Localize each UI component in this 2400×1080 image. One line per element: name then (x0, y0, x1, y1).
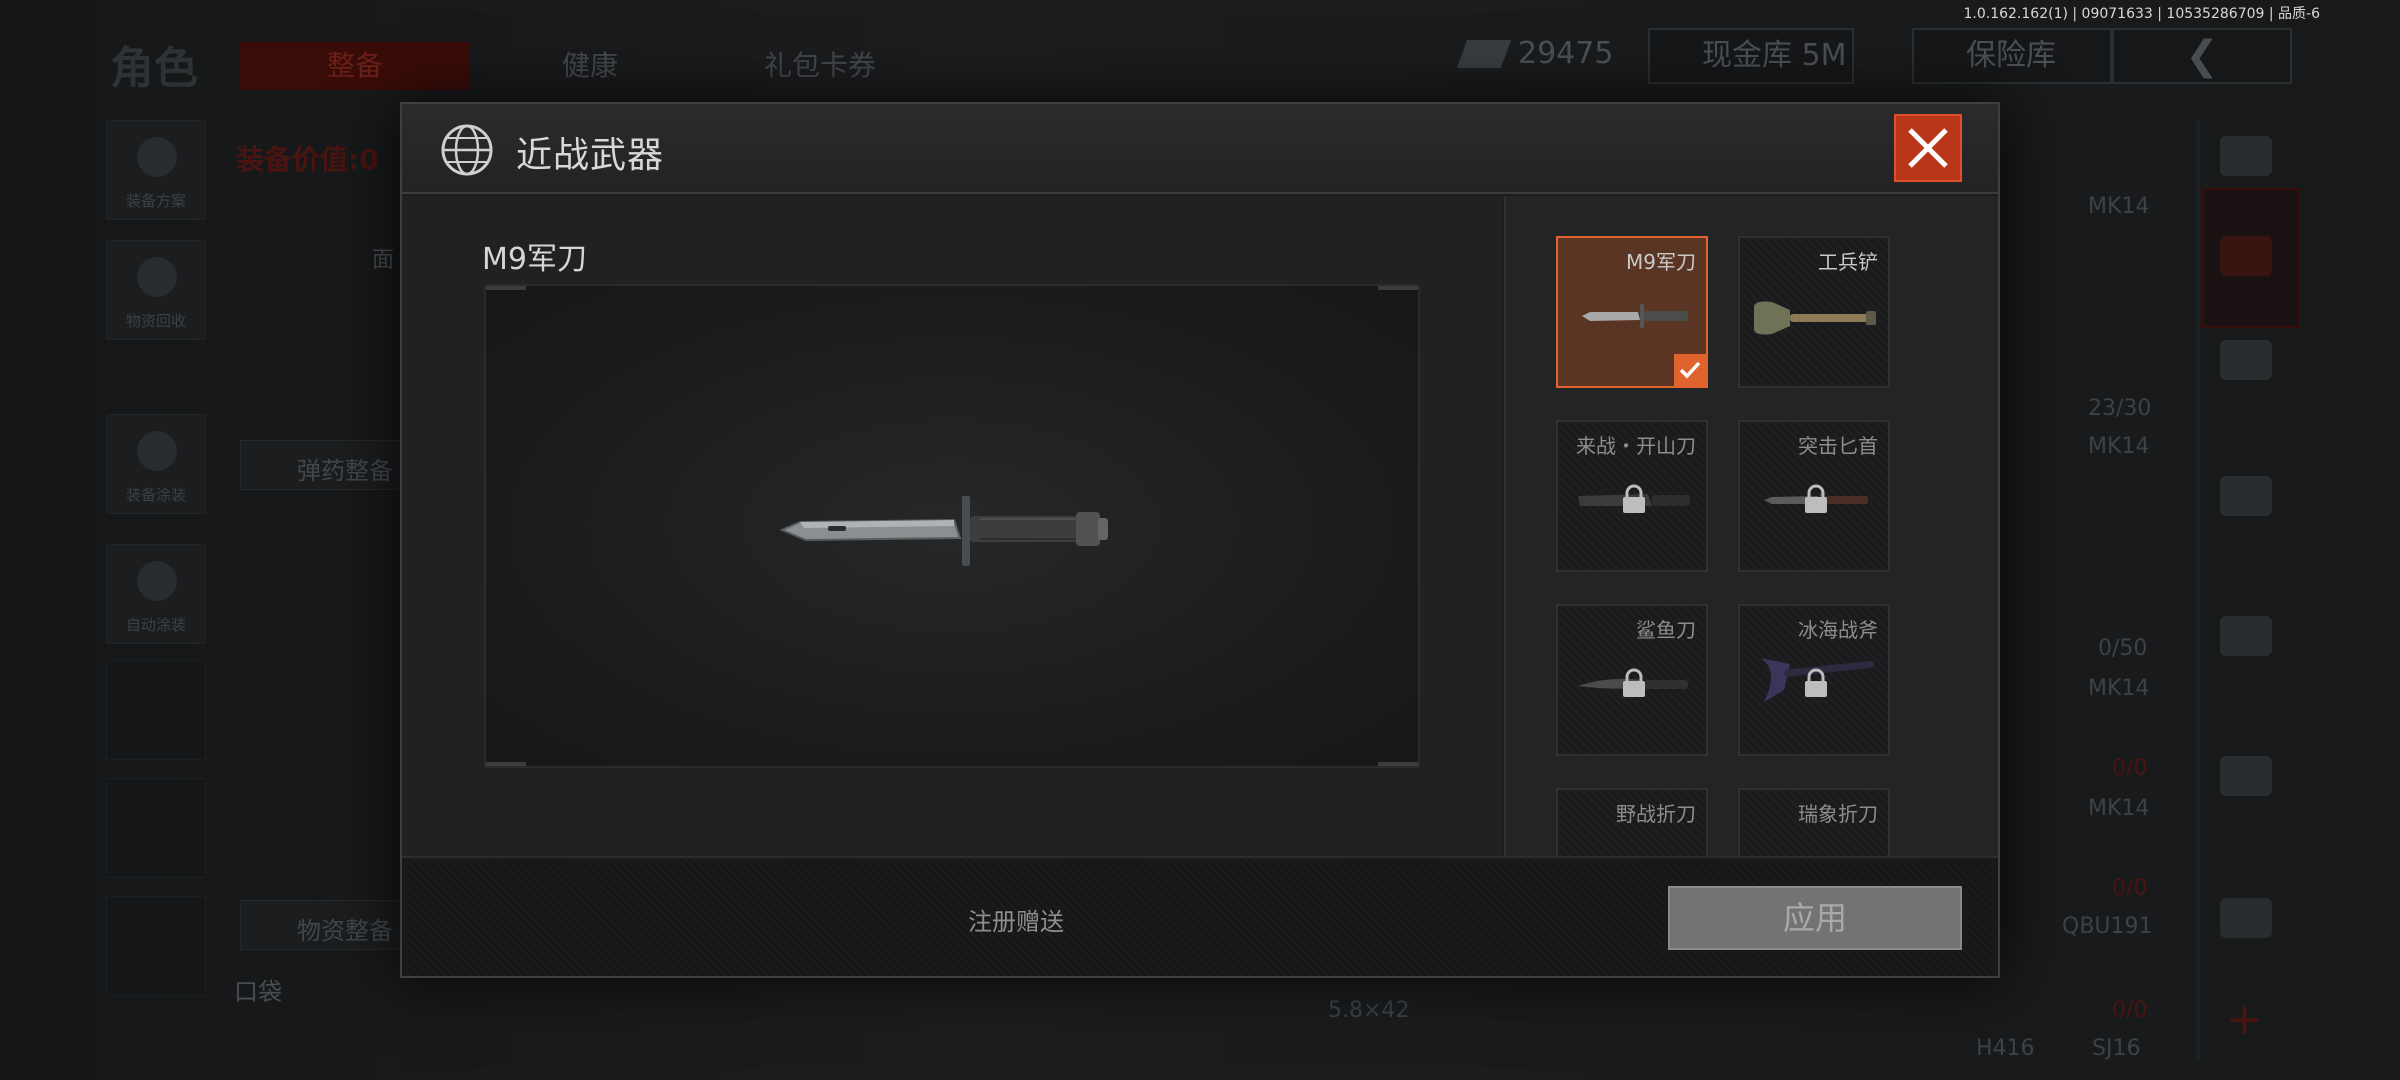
lock-icon (1623, 668, 1645, 697)
weapon-card-machete[interactable]: 来战・开山刀 (1556, 420, 1708, 572)
weapon-list-item: MK14 (2088, 194, 2150, 219)
loadout-plan-label: 装备方案 (125, 192, 186, 210)
version-info: 1.0.162.162(1) | 09071633 | 10535286709 … (1963, 6, 2321, 22)
weapon-card-label: 瑞象折刀 (1798, 802, 1878, 826)
lock-icon (1805, 668, 1827, 697)
paint-helmet-icon (137, 431, 177, 471)
hat-icon[interactable] (2220, 236, 2272, 276)
back-arrow-icon: ❮ (2185, 33, 2219, 79)
grenade-icon[interactable] (2220, 340, 2272, 380)
equipment-paint-button[interactable]: 装备涂装 (106, 414, 206, 514)
auto-paint-label: 自动涂装 (125, 616, 186, 634)
weapon-grid: M9军刀 工兵铲 来战・开山刀 突击匕首 鲨鱼刀 冰海战斧 野战折刀 瑞象折刀 (1504, 196, 1998, 856)
recycle-icon (137, 257, 177, 297)
frame-corner (1378, 286, 1418, 290)
weapon-card-field-folding-knife[interactable]: 野战折刀 (1556, 788, 1708, 856)
cash-vault-button[interactable]: 现金库 5M (1648, 28, 1854, 84)
equipment-value: 装备价值:0 (236, 143, 379, 176)
wrench-icon[interactable] (2220, 616, 2272, 656)
weapon-3d-preview[interactable] (484, 284, 1420, 768)
weapon-card-m9-bayonet[interactable]: M9军刀 (1556, 236, 1708, 388)
slot-label: 面 (372, 248, 395, 273)
weapon-card-label: M9军刀 (1626, 250, 1696, 274)
tab-health[interactable]: 健康 (500, 42, 680, 90)
supply-recycle-button[interactable]: 物资回收 (106, 240, 206, 340)
weapon-card-label: 野战折刀 (1616, 802, 1696, 826)
bottom-tag: H416 (1976, 1036, 2035, 1061)
weapon-card-label: 鲨鱼刀 (1636, 618, 1696, 642)
dialog-header: 近战武器 (402, 104, 1998, 194)
ammo-loadout-button[interactable]: 弹药整备 (240, 440, 410, 490)
selected-check-icon (1674, 354, 1706, 386)
ticket-icon[interactable] (2220, 756, 2272, 796)
melee-weapon-dialog: 近战武器 M9军刀 M9军刀 工兵铲 来战・开山刀 突击匕首 鲨鱼刀 冰海战斧 … (400, 102, 2000, 978)
weapon-card-label: 来战・开山刀 (1576, 434, 1696, 458)
weapon-card-shark-knife[interactable]: 鲨鱼刀 (1556, 604, 1708, 756)
apply-button[interactable]: 应用 (1668, 886, 1962, 950)
frame-corner (486, 286, 526, 290)
bayonet-icon (779, 496, 1108, 566)
ammo-count: 0/0 (2112, 756, 2148, 781)
weapon-card-label: 工兵铲 (1818, 250, 1878, 274)
close-button[interactable] (1894, 114, 1962, 182)
safe-box-button[interactable]: 保险库 (1912, 28, 2112, 84)
auto-paint-button[interactable]: 自动涂装 (106, 544, 206, 644)
frame-corner (486, 762, 526, 766)
lock-icon (1623, 484, 1645, 513)
caliber-label: 5.8×42 (1328, 998, 1410, 1023)
lock-icon (1805, 484, 1827, 513)
acquisition-note: 注册赠送 (968, 908, 1064, 936)
weapon-card-label: 突击匕首 (1798, 434, 1878, 458)
weapon-card-label: 冰海战斧 (1798, 618, 1878, 642)
currency-value: 29475 (1518, 36, 1614, 71)
shovel-icon (1754, 301, 1876, 335)
dialog-title: 近战武器 (516, 135, 665, 176)
right-side-rail (2196, 120, 2200, 1060)
pocket-label: 口袋 (234, 978, 282, 1006)
ammo-loadout-label: 弹药整备 (297, 457, 393, 485)
bayonet-icon (1582, 304, 1688, 328)
cash-vault-label: 现金库 5M (1702, 38, 1847, 73)
loadout-plan-button[interactable]: 装备方案 (106, 120, 206, 220)
weapon-card-assault-dagger[interactable]: 突击匕首 (1738, 420, 1890, 572)
layers-icon[interactable] (2220, 136, 2272, 176)
equipment-paint-label: 装备涂装 (125, 486, 186, 504)
ammo-count: 0/0 (2112, 876, 2148, 901)
empty-slot (106, 896, 206, 996)
weapon-card-battle-axe[interactable]: 冰海战斧 (1738, 604, 1890, 756)
weapon-list-item: MK14 (2088, 434, 2150, 459)
supplies-icon[interactable] (2220, 476, 2272, 516)
dialog-footer: 注册赠送 应用 (402, 856, 1998, 976)
ammo-count: 23/30 (2088, 396, 2152, 421)
brush-icon (137, 561, 177, 601)
box-icon[interactable] (2220, 898, 2272, 938)
safe-box-label: 保险库 (1966, 38, 2056, 73)
helmet-icon (137, 137, 177, 177)
weapon-card-folding-knife[interactable]: 瑞象折刀 (1738, 788, 1890, 856)
weapon-list-item: QBU191 (2062, 914, 2153, 939)
weapon-list-item: MK14 (2088, 796, 2150, 821)
frame-corner (1378, 762, 1418, 766)
ammo-count: 0/50 (2098, 636, 2148, 661)
tab-loadout[interactable]: 整备 (240, 42, 470, 90)
selected-weapon-name: M9军刀 (482, 242, 587, 277)
empty-slot (106, 778, 206, 878)
back-button[interactable]: ❮ (2112, 28, 2292, 84)
supplies-loadout-label: 物资整备 (297, 917, 393, 945)
add-icon[interactable]: + (2226, 994, 2263, 1045)
currency-icon (1456, 40, 1512, 68)
weapon-card-shovel[interactable]: 工兵铲 (1738, 236, 1890, 388)
bottom-tag: SJ16 (2092, 1036, 2141, 1061)
supplies-loadout-button[interactable]: 物资整备 (240, 900, 410, 950)
ammo-count: 0/0 (2112, 998, 2148, 1023)
empty-slot (106, 660, 206, 760)
supply-recycle-label: 物资回收 (125, 312, 186, 330)
globe-icon (441, 124, 493, 176)
weapon-list-item: MK14 (2088, 676, 2150, 701)
tab-gift-coupons[interactable]: 礼包卡券 (720, 42, 920, 90)
role-title: 角色 (110, 43, 198, 94)
close-icon (1908, 128, 1948, 168)
